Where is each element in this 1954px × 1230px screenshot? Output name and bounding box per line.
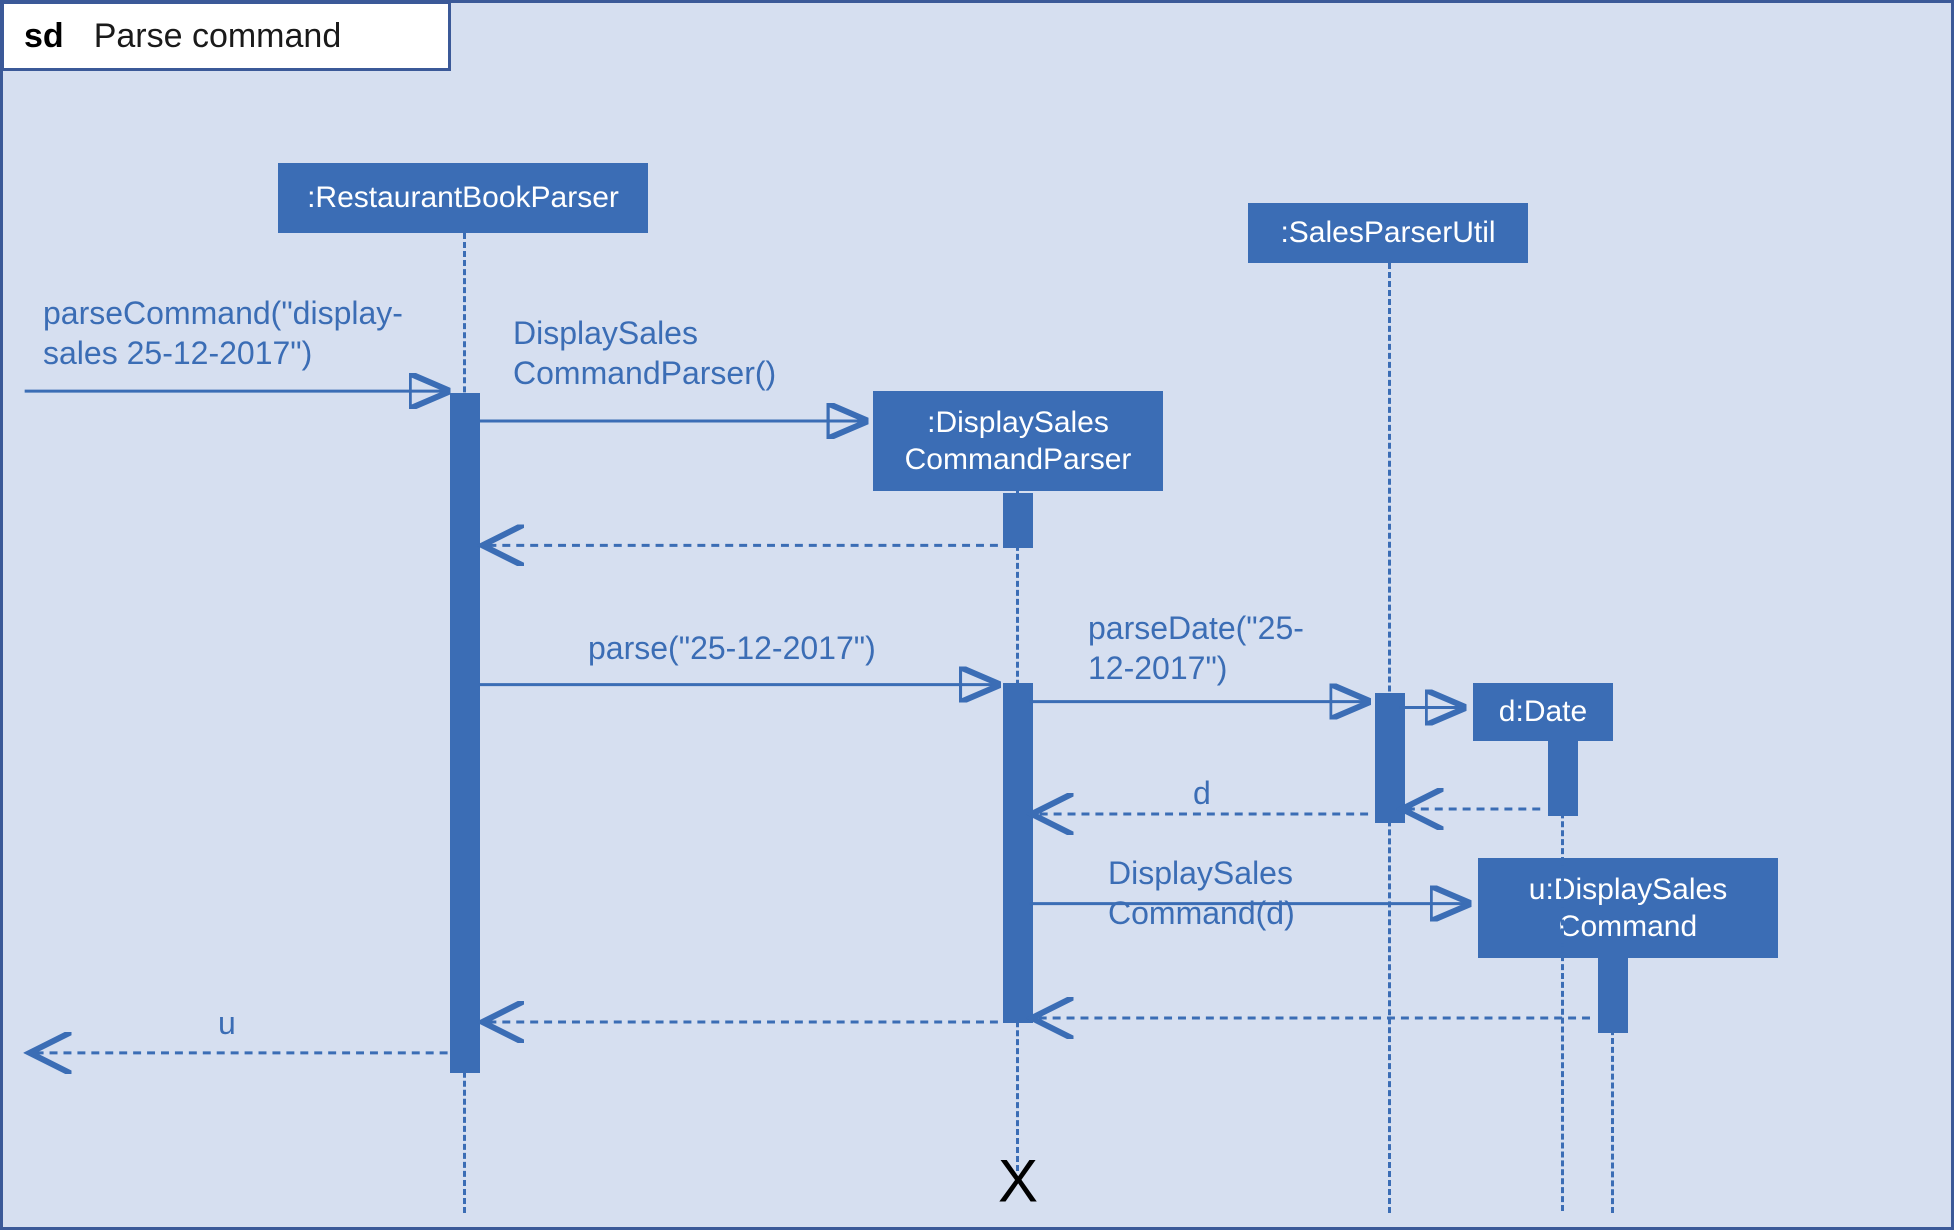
diagram-title-tab: sd Parse command [1, 1, 451, 71]
object-sales-parser-util: :SalesParserUtil [1248, 203, 1528, 263]
activation-sales-parser-util [1375, 693, 1405, 823]
activation-display-sales-command-parser-1 [1003, 493, 1033, 548]
activation-restaurant-book-parser [450, 393, 480, 1073]
object-label: :RestaurantBookParser [307, 179, 619, 217]
object-label: CommandParser [905, 441, 1132, 479]
msg-parse-command: parseCommand("display- sales 25-12-2017"… [43, 293, 403, 373]
activation-display-sales-command-parser-2 [1003, 683, 1033, 1023]
msg-display-sales-command-parser: DisplaySales CommandParser() [513, 313, 776, 393]
msg-d-return: d [1193, 773, 1211, 813]
activation-date [1548, 741, 1578, 816]
msg-display-sales-command: DisplaySales Command(d) [1108, 853, 1295, 933]
object-restaurant-book-parser: :RestaurantBookParser [278, 163, 648, 233]
sequence-diagram: sd Parse command :RestaurantBookParser :… [0, 0, 1954, 1230]
title-text: Parse command [94, 17, 342, 56]
object-date: d:Date [1473, 683, 1613, 741]
object-label: d:Date [1499, 693, 1587, 731]
object-label: :SalesParserUtil [1280, 214, 1495, 252]
destruction-icon: X [998, 1147, 1038, 1216]
activation-display-sales-command [1598, 958, 1628, 1033]
msg-parse-date: parseDate("25- 12-2017") [1088, 608, 1304, 688]
title-prefix: sd [24, 17, 64, 56]
object-label: :DisplaySales [927, 404, 1109, 442]
object-label: u:DisplaySales [1529, 871, 1727, 909]
object-display-sales-command-parser: :DisplaySales CommandParser [873, 391, 1163, 491]
msg-parse: parse("25-12-2017") [588, 628, 876, 668]
msg-u-return: u [218, 1003, 236, 1043]
object-label: Command [1559, 908, 1697, 946]
object-display-sales-command: u:DisplaySales Command [1478, 858, 1778, 958]
